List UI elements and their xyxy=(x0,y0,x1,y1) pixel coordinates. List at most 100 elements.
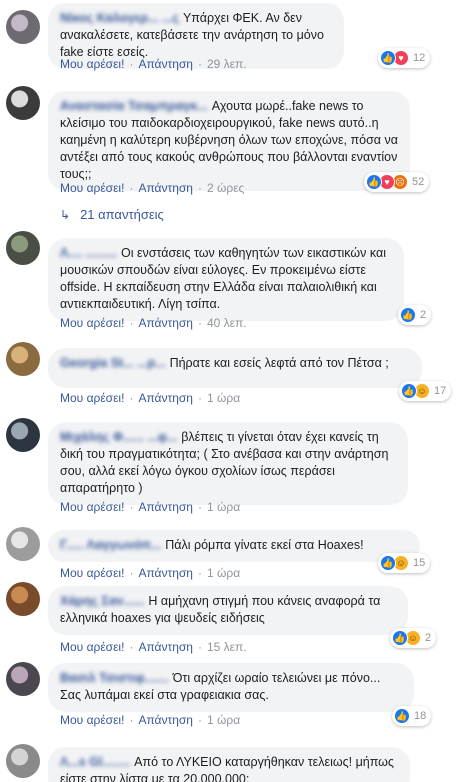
comment-timestamp[interactable]: 1 ώρα xyxy=(207,713,240,727)
comment-bubble: Λ...s Gl........ Από το ΛΥΚΕΙΟ καταργήθηκ… xyxy=(48,747,410,782)
like-icon: 👍 xyxy=(400,307,416,323)
like-icon: 👍 xyxy=(380,50,396,66)
comment-actions: Μου αρέσει! · Απάντηση · 2 ώρες xyxy=(60,181,244,195)
reply-button[interactable]: Απάντηση xyxy=(138,316,193,330)
avatar-image xyxy=(6,10,40,44)
reply-button[interactable]: Απάντηση xyxy=(138,181,193,195)
comment-bubble: Georgia St... ...p... Πήρατε και εσείς λε… xyxy=(48,348,422,388)
separator: · xyxy=(129,640,134,654)
like-button[interactable]: Μου αρέσει! xyxy=(60,181,124,195)
avatar[interactable] xyxy=(6,418,40,452)
comment-author[interactable]: Αναστασία Τσαμπραγκ... xyxy=(60,99,208,113)
comment-author[interactable]: Γ..... Λαγγωνόπ... xyxy=(60,538,161,552)
reactions-badge[interactable]: 👍 18 xyxy=(392,706,432,726)
comment-author[interactable]: Λ...s Gl........ xyxy=(60,755,130,769)
like-button[interactable]: Μου αρέσει! xyxy=(60,640,124,654)
comment-text: Πάλι ρόμπα γίνατε εκεί στα Hoaxes! xyxy=(165,538,364,552)
comments-feed: Νίκος Καλογερ... ...ς Υπάρχει ΦΕΚ. Αν δεν… xyxy=(0,0,462,782)
separator: · xyxy=(197,181,202,195)
separator: · xyxy=(129,57,134,71)
comment-timestamp[interactable]: 2 ώρες xyxy=(207,181,244,195)
avatar[interactable] xyxy=(6,342,40,376)
separator: · xyxy=(197,57,202,71)
avatar[interactable] xyxy=(6,86,40,120)
avatar[interactable] xyxy=(6,10,40,44)
reactions-badge[interactable]: 👍 ♥ ☹ 52 xyxy=(364,172,430,192)
reaction-count: 2 xyxy=(425,632,432,644)
comment-author[interactable]: Βασιλ Τσιστιφ....... xyxy=(60,671,169,685)
avatar[interactable] xyxy=(6,582,40,616)
reaction-count: 12 xyxy=(413,52,426,64)
comment-actions: Μου αρέσει! · Απάντηση · 40 λεπ. xyxy=(60,316,247,330)
reply-button[interactable]: Απάντηση xyxy=(138,640,193,654)
separator: · xyxy=(197,566,202,580)
reactions-badge[interactable]: 👍 ☺ 2 xyxy=(390,628,437,648)
avatar-image xyxy=(6,418,40,452)
like-button[interactable]: Μου αρέσει! xyxy=(60,316,124,330)
comment-actions: Μου αρέσει! · Απάντηση · 1 ώρα xyxy=(60,391,240,405)
avatar[interactable] xyxy=(6,662,40,696)
separator: · xyxy=(129,500,134,514)
like-button[interactable]: Μου αρέσει! xyxy=(60,391,124,405)
reaction-count: 52 xyxy=(412,176,425,188)
reply-button[interactable]: Απάντηση xyxy=(138,391,193,405)
avatar-image xyxy=(6,342,40,376)
separator: · xyxy=(129,316,134,330)
reaction-count: 2 xyxy=(420,309,427,321)
separator: · xyxy=(197,640,202,654)
avatar-image xyxy=(6,231,40,265)
avatar[interactable] xyxy=(6,231,40,265)
separator: · xyxy=(197,500,202,514)
comment-author[interactable]: Μιχάλης Φ...... ...φ... xyxy=(60,430,177,444)
like-icon: 👍 xyxy=(380,555,396,571)
comment-actions: Μου αρέσει! · Απάντηση · 29 λεπ. xyxy=(60,57,247,71)
comment-actions: Μου αρέσει! · Απάντηση · 1 ώρα xyxy=(60,713,240,727)
separator: · xyxy=(129,181,134,195)
like-icon: 👍 xyxy=(366,174,382,190)
reactions-badge[interactable]: 👍 ☺ 17 xyxy=(399,381,452,401)
comment-text: Πήρατε και εσείς λεφτά από τον Πέτσα ; xyxy=(169,356,389,370)
comment-timestamp[interactable]: 40 λεπ. xyxy=(207,316,247,330)
reactions-badge[interactable]: 👍 2 xyxy=(398,305,432,325)
comment-bubble: Λ.... ......... Οι ενστάσεις των καθηγητώ… xyxy=(48,238,404,321)
avatar[interactable] xyxy=(6,527,40,561)
comment-timestamp[interactable]: 15 λεπ. xyxy=(207,640,247,654)
like-button[interactable]: Μου αρέσει! xyxy=(60,566,124,580)
reply-button[interactable]: Απάντηση xyxy=(138,566,193,580)
comment-actions: Μου αρέσει! · Απάντηση · 1 ώρα xyxy=(60,500,240,514)
comment-timestamp[interactable]: 29 λεπ. xyxy=(207,57,247,71)
reactions-badge[interactable]: 👍 ♥ 12 xyxy=(378,48,431,68)
comment-bubble: Μιχάλης Φ...... ...φ... βλέπεις τι γίνετα… xyxy=(48,422,408,505)
separator: · xyxy=(129,391,134,405)
avatar-image xyxy=(6,582,40,616)
comment-author[interactable]: Νίκος Καλογερ... ...ς xyxy=(60,11,179,25)
reply-arrow-icon: ↳ xyxy=(60,207,71,222)
reply-button[interactable]: Απάντηση xyxy=(138,500,193,514)
view-replies-link[interactable]: ↳ 21 απαντήσεις xyxy=(60,207,164,222)
like-icon: 👍 xyxy=(394,708,410,724)
view-replies-label[interactable]: 21 απαντήσεις xyxy=(80,207,164,222)
comment-bubble: Βασιλ Τσιστιφ....... Ότι αρχίζει ωραίο τε… xyxy=(48,663,414,712)
avatar-image xyxy=(6,86,40,120)
comment-timestamp[interactable]: 1 ώρα xyxy=(207,500,240,514)
reply-button[interactable]: Απάντηση xyxy=(138,57,193,71)
comment-author[interactable]: Georgia St... ...p... xyxy=(60,356,166,370)
like-button[interactable]: Μου αρέσει! xyxy=(60,500,124,514)
reactions-badge[interactable]: 👍 ☺ 15 xyxy=(378,553,431,573)
separator: · xyxy=(197,316,202,330)
comment-timestamp[interactable]: 1 ώρα xyxy=(207,391,240,405)
comment-author[interactable]: Λ.... ......... xyxy=(60,246,117,260)
reaction-count: 17 xyxy=(434,385,447,397)
reaction-count: 15 xyxy=(413,557,426,569)
separator: · xyxy=(197,391,202,405)
reply-button[interactable]: Απάντηση xyxy=(138,713,193,727)
avatar[interactable] xyxy=(6,744,40,778)
avatar-image xyxy=(6,527,40,561)
comment-timestamp[interactable]: 1 ώρα xyxy=(207,566,240,580)
reaction-count: 18 xyxy=(414,710,427,722)
comment-author[interactable]: Χάρης Σαν...... xyxy=(60,594,144,608)
separator: · xyxy=(129,713,134,727)
like-button[interactable]: Μου αρέσει! xyxy=(60,57,124,71)
comment-actions: Μου αρέσει! · Απάντηση · 15 λεπ. xyxy=(60,640,247,654)
like-button[interactable]: Μου αρέσει! xyxy=(60,713,124,727)
